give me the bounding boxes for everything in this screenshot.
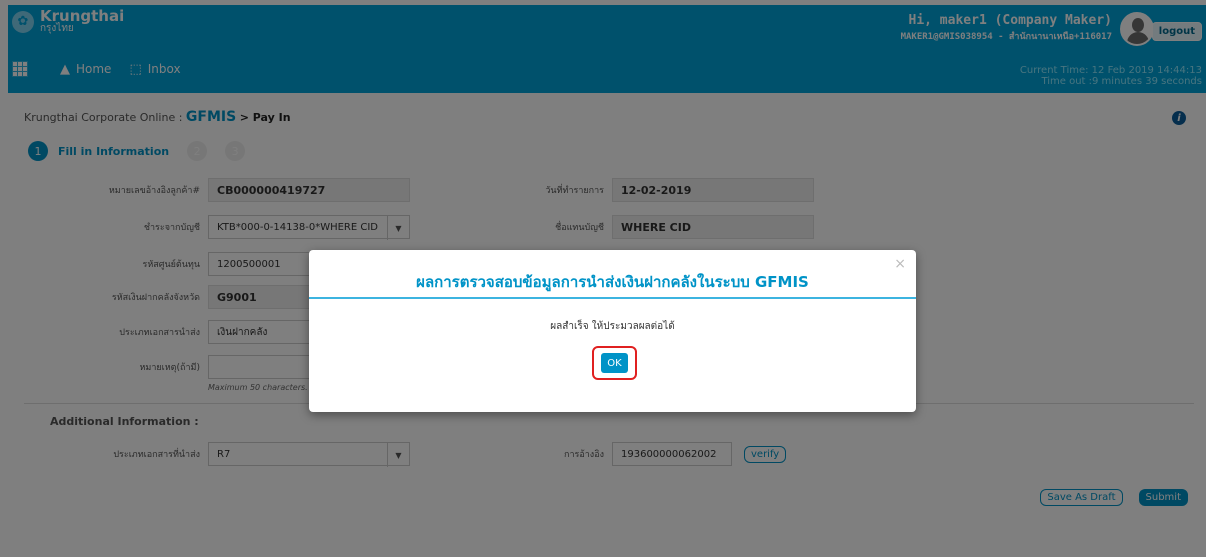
ok-button[interactable]: OK bbox=[601, 353, 628, 373]
dialog-divider bbox=[309, 297, 916, 299]
result-dialog: × ผลการตรวจสอบข้อมูลการนำส่งเงินฝากคลังใ… bbox=[309, 250, 916, 412]
dialog-title: ผลการตรวจสอบข้อมูลการนำส่งเงินฝากคลังในร… bbox=[416, 273, 809, 291]
ok-highlight-box: OK bbox=[592, 346, 637, 380]
dialog-message: ผลสำเร็จ ให้ประมวลผลต่อได้ bbox=[550, 321, 675, 332]
